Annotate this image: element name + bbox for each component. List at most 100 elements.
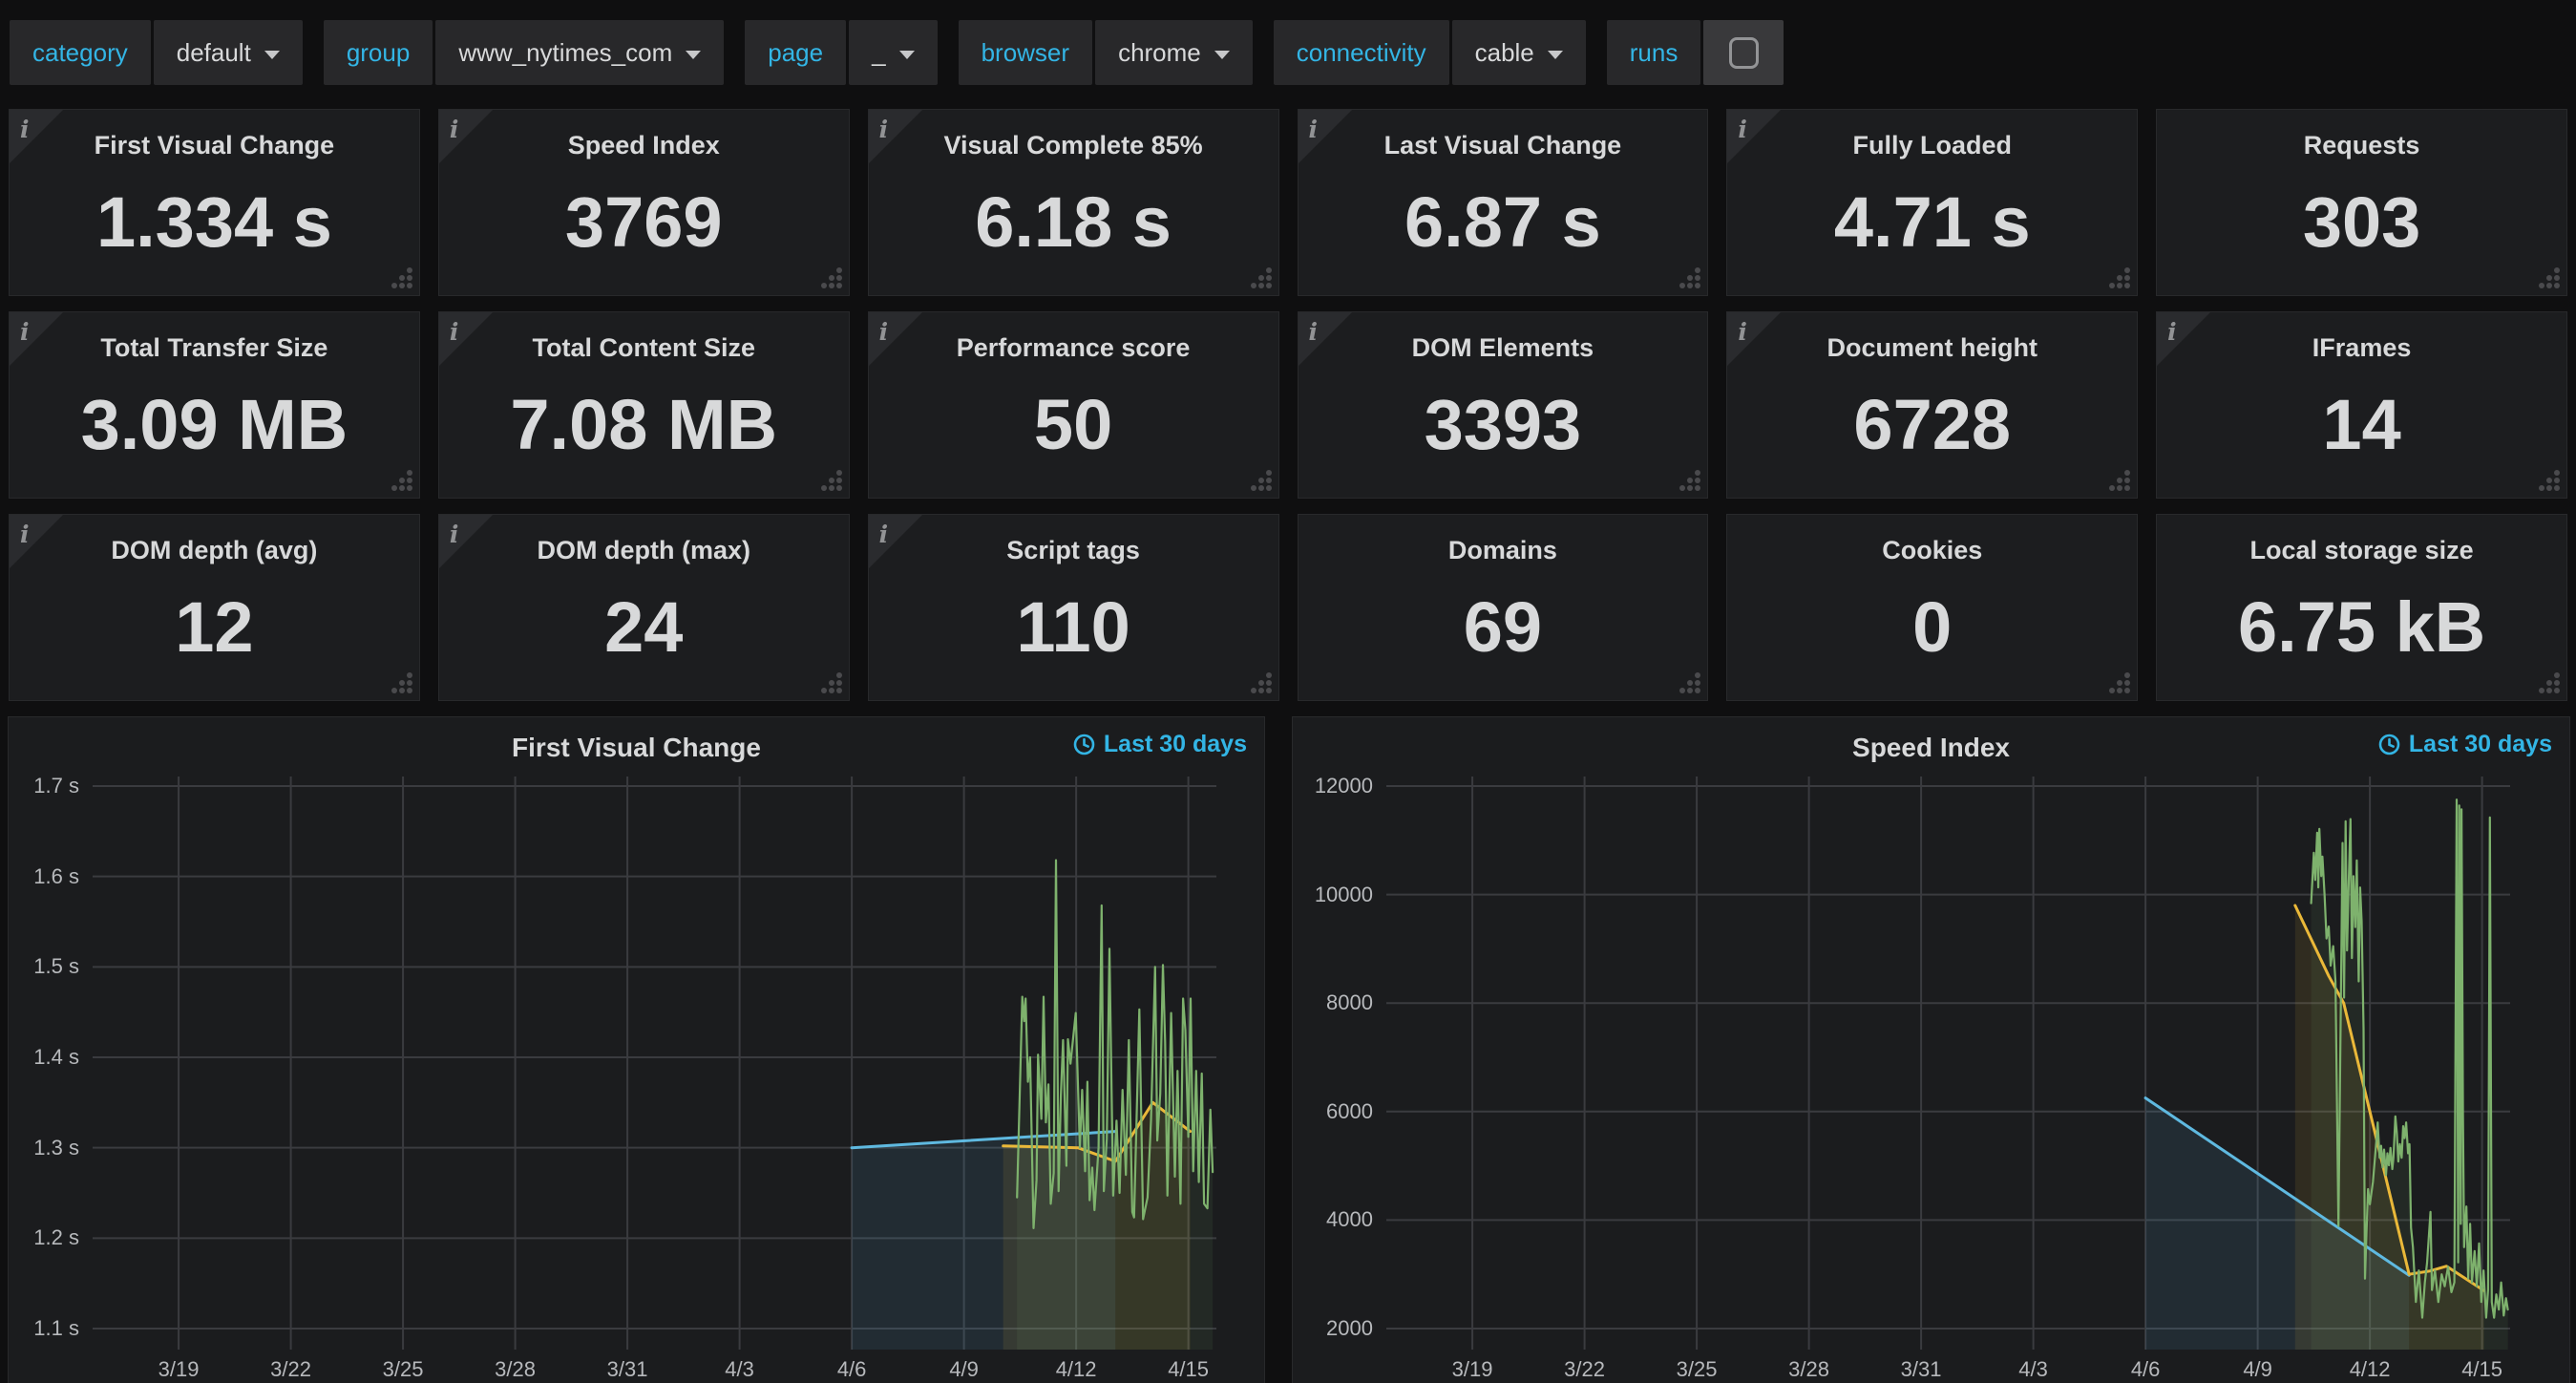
x-axis-label: 3/22 <box>270 1357 311 1381</box>
stat-title: DOM depth (max) <box>537 536 750 564</box>
info-icon[interactable]: i <box>20 521 30 548</box>
info-corner <box>10 312 63 366</box>
x-axis-label: 3/22 <box>1564 1357 1605 1381</box>
filter-group-value[interactable]: www_nytimes_com <box>435 20 725 85</box>
stat-value: 12 <box>175 587 254 667</box>
time-range-label: Last 30 days <box>1103 731 1247 757</box>
chart-panel-speed-index: Speed Index Last 30 days 12000 10000 8000 6… <box>1292 716 2570 1383</box>
stat-panel-first-visual-change: i First Visual Change 1.334 s <box>9 109 420 296</box>
info-icon[interactable]: i <box>2167 318 2177 346</box>
resize-handle-icon[interactable] <box>2536 467 2562 493</box>
time-range-button[interactable]: Last 30 days <box>1073 731 1247 758</box>
info-icon[interactable]: i <box>1738 116 1747 143</box>
clock-icon <box>1073 734 1095 755</box>
info-corner <box>868 312 922 366</box>
resize-handle-icon[interactable] <box>818 670 844 695</box>
stat-title: Visual Complete 85% <box>943 131 1203 160</box>
info-corner <box>1298 110 1352 163</box>
info-corner <box>438 312 493 366</box>
resize-handle-icon[interactable] <box>2536 265 2562 290</box>
stat-value: 69 <box>1463 587 1543 667</box>
info-icon[interactable]: i <box>450 116 459 143</box>
stat-panel-domains: iDomains69 <box>1297 514 1709 701</box>
chart-plot-area[interactable]: 12000 10000 8000 6000 4000 2000 3/19 3/22 3/25 3/… <box>1293 774 2569 1383</box>
resize-handle-icon[interactable] <box>2106 467 2132 493</box>
stat-title: DOM depth (avg) <box>111 536 318 564</box>
stat-title: Local storage size <box>2249 536 2474 564</box>
resize-handle-icon[interactable] <box>1677 265 1702 290</box>
x-axis-label: 3/31 <box>606 1357 648 1381</box>
info-corner <box>10 515 63 568</box>
resize-handle-icon[interactable] <box>389 265 414 290</box>
stat-panel-iframes: i IFrames 14 <box>2156 311 2567 499</box>
filter-connectivity-value[interactable]: cable <box>1451 20 1586 85</box>
stat-title: Domains <box>1447 536 1557 564</box>
x-axis-label: 4/12 <box>1055 1357 1097 1381</box>
resize-handle-icon[interactable] <box>2106 670 2132 695</box>
chart-canvas <box>93 777 1216 1350</box>
info-corner <box>2157 312 2211 366</box>
info-icon[interactable]: i <box>450 318 459 346</box>
stat-value: 3393 <box>1424 385 1582 464</box>
stat-panel-performance-score: i Performance score 50 <box>867 311 1279 499</box>
filter-browser-value[interactable]: chrome <box>1095 20 1253 85</box>
x-axis-label: 4/3 <box>725 1357 754 1381</box>
resize-handle-icon[interactable] <box>1677 670 1702 695</box>
filter-page: page _ <box>745 20 938 85</box>
chart-header: First Visual Change Last 30 days <box>9 717 1264 777</box>
stat-value: 1.334 s <box>95 182 332 262</box>
filter-group: group www_nytimes_com <box>323 20 725 85</box>
filter-browser-value-text: chrome <box>1118 37 1201 67</box>
stat-panel-dom-elements: i DOM Elements 3393 <box>1297 311 1709 499</box>
info-icon[interactable]: i <box>879 521 889 548</box>
y-axis-label: 4000 <box>1326 1207 1373 1232</box>
x-axis-label: 3/25 <box>382 1357 424 1381</box>
stat-value: 0 <box>1912 587 1953 667</box>
resize-handle-icon[interactable] <box>818 467 844 493</box>
runs-label: runs <box>1606 20 1701 85</box>
info-icon[interactable]: i <box>450 521 459 548</box>
x-axis-label: 4/6 <box>2130 1357 2161 1381</box>
time-range-button[interactable]: Last 30 days <box>2378 731 2552 758</box>
stat-title: Last Visual Change <box>1383 131 1622 160</box>
runs-checkbox[interactable] <box>1703 20 1784 85</box>
runs-control: runs <box>1606 20 1784 85</box>
chart-header: Speed Index Last 30 days <box>1293 717 2569 777</box>
stat-panel-cookies: iCookies0 <box>1726 514 2139 701</box>
stat-title: Script tags <box>1006 536 1140 564</box>
resize-handle-icon[interactable] <box>389 467 414 493</box>
resize-handle-icon[interactable] <box>389 670 414 695</box>
stat-value: 50 <box>1033 385 1113 464</box>
stat-panel-local-storage-size: iLocal storage size6.75 kB <box>2156 514 2567 701</box>
chart-plot-area[interactable]: 1.7 s 1.6 s 1.5 s 1.4 s 1.3 s 1.2 s 1.1 s 3/19 3… <box>9 774 1264 1383</box>
info-icon[interactable]: i <box>879 116 889 143</box>
resize-handle-icon[interactable] <box>2106 265 2132 290</box>
x-axis-label: 3/31 <box>1900 1357 1942 1381</box>
resize-handle-icon[interactable] <box>2536 670 2562 695</box>
stat-value: 6728 <box>1853 385 2012 464</box>
resize-handle-icon[interactable] <box>1248 670 1274 695</box>
stat-panel-total-transfer-size: i Total Transfer Size 3.09 MB <box>9 311 420 499</box>
resize-handle-icon[interactable] <box>1248 467 1274 493</box>
filter-connectivity-value-text: cable <box>1474 37 1534 67</box>
caret-down-icon <box>1214 51 1230 59</box>
info-icon[interactable]: i <box>879 318 889 346</box>
info-icon[interactable]: i <box>20 116 30 143</box>
info-icon[interactable]: i <box>20 318 30 346</box>
stat-panel-dom-depth-avg: i DOM depth (avg) 12 <box>9 514 420 701</box>
filter-page-value[interactable]: _ <box>849 20 938 85</box>
filter-connectivity: connectivity cable <box>1273 20 1586 85</box>
info-icon[interactable]: i <box>1309 116 1319 143</box>
info-icon[interactable]: i <box>1738 318 1747 346</box>
resize-handle-icon[interactable] <box>818 265 844 290</box>
y-axis-label: 1.7 s <box>33 774 79 798</box>
filter-category-value[interactable]: default <box>153 20 303 85</box>
caret-down-icon <box>686 51 702 59</box>
stat-panel-speed-index: i Speed Index 3769 <box>437 109 850 296</box>
info-corner <box>438 110 493 163</box>
stat-panel-requests: iRequests303 <box>2156 109 2567 296</box>
resize-handle-icon[interactable] <box>1677 467 1702 493</box>
x-axis-label: 3/19 <box>158 1357 200 1381</box>
info-icon[interactable]: i <box>1309 318 1319 346</box>
resize-handle-icon[interactable] <box>1248 265 1274 290</box>
